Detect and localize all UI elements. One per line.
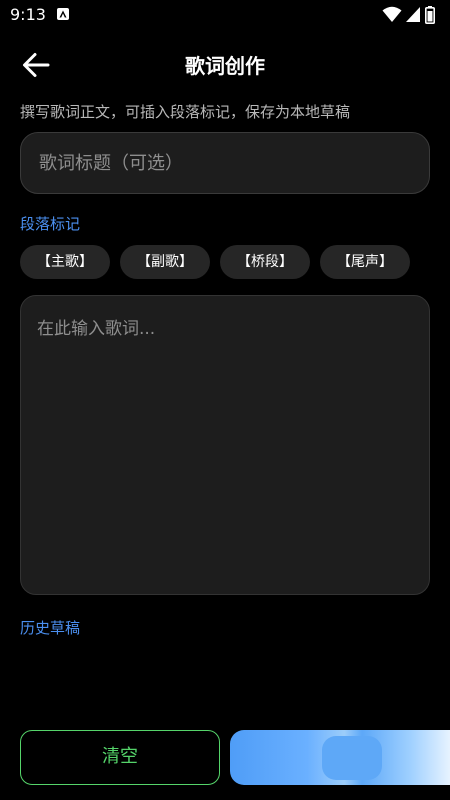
- signal-icon: [406, 7, 420, 22]
- status-icons: [382, 6, 442, 24]
- section-markers-label: 段落标记: [20, 215, 81, 233]
- status-bar: 9:13: [0, 0, 450, 32]
- save-button[interactable]: [230, 730, 450, 785]
- top-app-bar: 歌词创作: [0, 36, 450, 92]
- app-notification-icon: [57, 8, 69, 20]
- marker-chip-verse[interactable]: 【主歌】: [20, 245, 110, 279]
- save-button-highlight: [322, 736, 382, 780]
- marker-chip-bridge[interactable]: 【桥段】: [220, 245, 310, 279]
- history-drafts-label: 历史草稿: [20, 619, 81, 637]
- status-time: 9:13: [10, 5, 46, 24]
- battery-icon: [425, 6, 435, 24]
- lyrics-textarea[interactable]: [20, 295, 430, 595]
- marker-chip-chorus[interactable]: 【副歌】: [120, 245, 210, 279]
- page-title: 歌词创作: [185, 54, 265, 78]
- page-subtitle: 撰写歌词正文，可插入段落标记，保存为本地草稿: [20, 103, 351, 121]
- section-marker-row: 【主歌】 【副歌】 【桥段】 【尾声】: [20, 245, 430, 279]
- lyrics-title-input[interactable]: [20, 132, 430, 194]
- clear-button[interactable]: 清空: [20, 730, 220, 785]
- wifi-icon: [382, 6, 402, 22]
- marker-chip-outro[interactable]: 【尾声】: [320, 245, 410, 279]
